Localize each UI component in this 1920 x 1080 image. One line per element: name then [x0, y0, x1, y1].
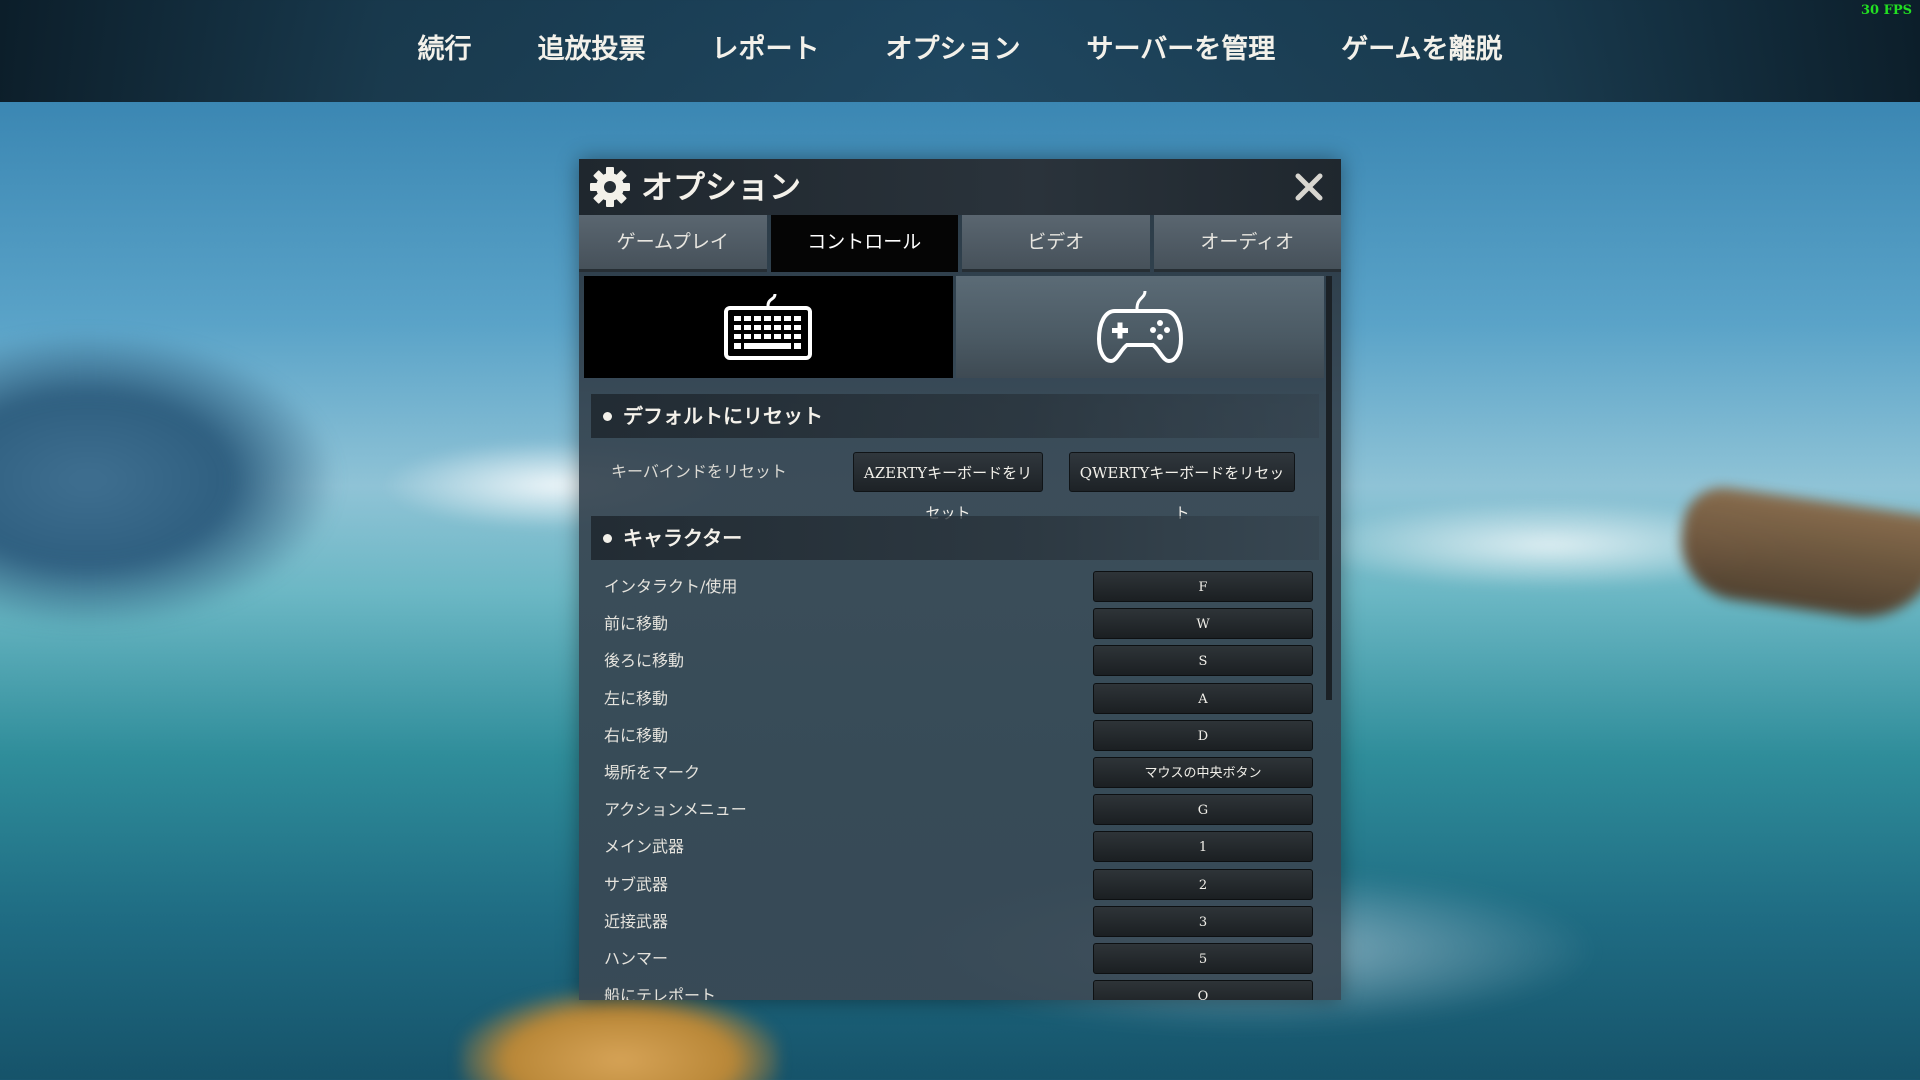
keybind-action-label: 右に移動 [604, 725, 669, 745]
bullet-icon [603, 412, 612, 421]
bg-sand [460, 990, 780, 1080]
keybind-row: 左に移動 A [579, 680, 1321, 717]
nav-leave-game[interactable]: ゲームを離脱 [1308, 30, 1535, 70]
input-device-selector [584, 276, 1324, 378]
keybind-row: 右に移動 D [579, 717, 1321, 754]
tab-video[interactable]: ビデオ [962, 215, 1150, 272]
bg-ship [1673, 482, 1920, 628]
keybind-row: インタラクト/使用 F [579, 568, 1321, 605]
nav-vote-kick[interactable]: 追放投票 [505, 30, 679, 70]
keybind-action-label: 近接武器 [604, 911, 669, 931]
keybind-key-button[interactable]: 5 [1093, 943, 1313, 974]
reset-keybinds-label: キーバインドをリセット [611, 462, 787, 481]
section-title: キャラクター [623, 526, 743, 550]
top-nav: 続行 追放投票 レポート オプション サーバーを管理 ゲームを離脱 [0, 30, 1920, 70]
keybind-row: 船にテレポート Q [579, 977, 1321, 1000]
keybind-key-button[interactable]: A [1093, 682, 1313, 714]
keybind-key-button[interactable]: 2 [1093, 868, 1313, 900]
keybind-row: 前に移動 W [579, 605, 1321, 642]
reset-azerty-button[interactable]: AZERTYキーボードをリセット [853, 452, 1043, 522]
keybind-key-button[interactable]: G [1093, 794, 1313, 826]
dialog-title: オプション [641, 168, 802, 206]
options-tabs: ゲームプレイ コントロール ビデオ オーディオ [579, 215, 1341, 272]
scrollbar[interactable] [1326, 276, 1332, 700]
dialog-header: オプション [579, 159, 1341, 215]
keybind-action-label: サブ武器 [604, 874, 669, 894]
keybind-key-button[interactable]: マウスの中央ボタン [1093, 757, 1313, 788]
bullet-icon [603, 534, 612, 543]
keybind-key-button[interactable]: W [1093, 608, 1313, 640]
tab-controls[interactable]: コントロール [770, 215, 958, 272]
keybind-row: 場所をマーク マウスの中央ボタン [579, 754, 1321, 791]
keybind-key-button[interactable]: Q [1093, 980, 1313, 1000]
bg-rock [0, 330, 340, 630]
section-title: デフォルトにリセット [623, 404, 823, 428]
keybind-row: アクションメニュー G [579, 791, 1321, 828]
keyboard-device-button[interactable] [584, 276, 953, 378]
fps-counter: 30 FPS [1860, 3, 1912, 18]
keybind-key-button[interactable]: 3 [1093, 905, 1313, 937]
tab-audio[interactable]: オーディオ [1153, 215, 1341, 272]
nav-report[interactable]: レポート [679, 30, 853, 70]
keybind-action-label: 場所をマーク [604, 763, 701, 782]
nav-manage-server[interactable]: サーバーを管理 [1054, 30, 1309, 70]
keybind-action-label: 前に移動 [604, 614, 669, 634]
keybind-row: 後ろに移動 S [579, 642, 1321, 679]
keybind-row: メイン武器 1 [579, 828, 1321, 865]
keybind-key-button[interactable]: S [1093, 645, 1313, 677]
keybind-action-label: ハンマー [604, 949, 669, 968]
keybind-row: 近接武器 3 [579, 903, 1321, 940]
keybind-action-label: 後ろに移動 [604, 651, 685, 671]
keybind-action-label: アクションメニュー [604, 800, 747, 820]
keybind-action-label: インタラクト/使用 [604, 577, 738, 596]
reset-qwerty-button[interactable]: QWERTYキーボードをリセット [1069, 452, 1295, 522]
keybind-action-label: 左に移動 [604, 688, 669, 708]
keybind-action-label: 船にテレポート [604, 986, 717, 1000]
reset-keybinds-row: キーバインドをリセット AZERTYキーボードをリセット QWERTYキーボード… [591, 446, 1319, 522]
tab-gameplay[interactable]: ゲームプレイ [579, 215, 767, 272]
keyboard-icon [724, 293, 813, 360]
controls-scroll-area: デフォルトにリセット キーバインドをリセット AZERTYキーボードをリセット … [579, 384, 1321, 1000]
keybind-key-button[interactable]: 1 [1093, 831, 1313, 863]
nav-options[interactable]: オプション [853, 30, 1054, 70]
section-character-header: キャラクター [591, 516, 1319, 560]
section-reset-header: デフォルトにリセット [591, 394, 1319, 438]
gear-icon [590, 167, 630, 207]
top-menu-bar: 続行 追放投票 レポート オプション サーバーを管理 ゲームを離脱 [0, 0, 1920, 102]
bg-cloud [1300, 500, 1800, 590]
keybind-row: ハンマー 5 [579, 940, 1321, 977]
keybind-row: サブ武器 2 [579, 866, 1321, 903]
gamepad-device-button[interactable] [955, 276, 1324, 378]
keybind-key-button[interactable]: D [1093, 719, 1313, 751]
close-icon[interactable] [1289, 167, 1329, 207]
keybind-action-label: メイン武器 [604, 837, 685, 857]
nav-continue[interactable]: 続行 [385, 30, 505, 70]
gamepad-icon [1096, 290, 1183, 364]
keybind-key-button[interactable]: F [1093, 571, 1313, 602]
